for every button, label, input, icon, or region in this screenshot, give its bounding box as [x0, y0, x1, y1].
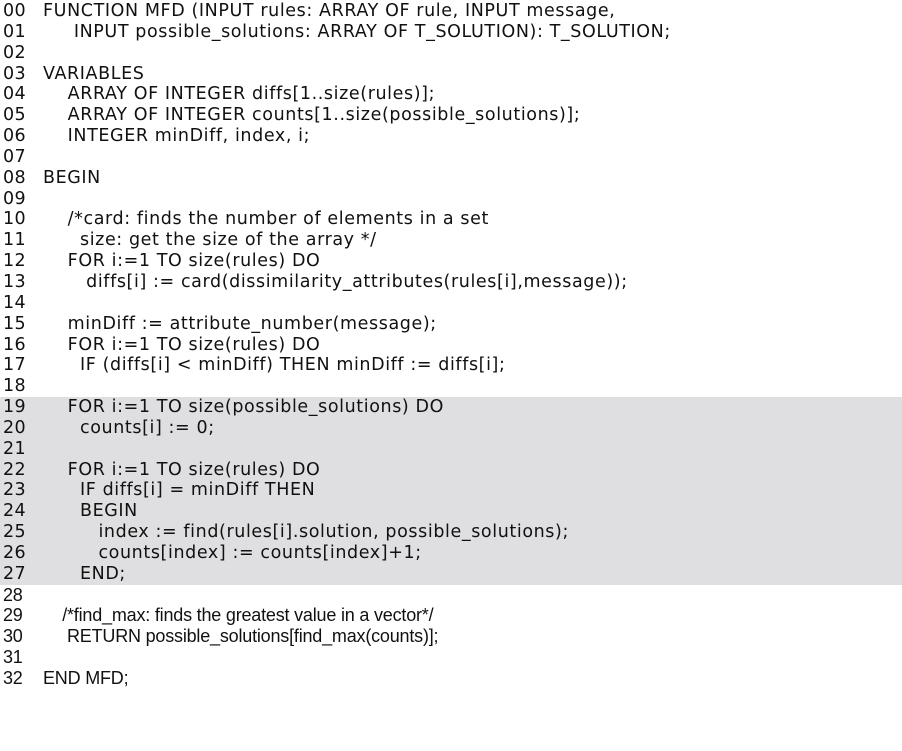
- code-line-highlighted: 25 index := find(rules[i].solution, poss…: [0, 522, 902, 543]
- line-number: 04: [3, 84, 27, 105]
- line-code: diffs[i] := card(dissimilarity_attribute…: [43, 271, 628, 292]
- line-number: 20: [3, 417, 27, 438]
- line-number: 23: [3, 480, 27, 501]
- code-listing: 00 FUNCTION MFD (INPUT rules: ARRAY OF r…: [0, 1, 902, 689]
- code-line-highlighted: 22 FOR i:=1 TO size(rules) DO: [0, 459, 902, 481]
- code-line: 18: [0, 376, 902, 397]
- line-number: 24: [3, 501, 27, 522]
- line-code: FUNCTION MFD (INPUT rules: ARRAY OF rule…: [43, 1, 616, 21]
- code-line: 06 INTEGER minDiff, index, i;: [0, 126, 902, 147]
- line-number: 28: [3, 584, 23, 605]
- code-line: 32 END MFD;: [0, 668, 902, 689]
- line-number: 22: [3, 459, 27, 480]
- line-code: INPUT possible_solutions: ARRAY OF T_SOL…: [43, 21, 671, 42]
- line-code: size: get the size of the array */: [43, 230, 377, 251]
- code-line: 11 size: get the size of the array */: [0, 230, 902, 251]
- line-number: 19: [3, 397, 27, 418]
- code-line: 16 FOR i:=1 TO size(rules) DO: [0, 335, 902, 356]
- code-line: 30 RETURN possible_solutions[find_max(co…: [0, 626, 902, 647]
- line-number: 05: [3, 105, 27, 126]
- line-number: 21: [3, 438, 27, 459]
- line-code: counts[index] := counts[index]+1;: [43, 542, 422, 563]
- code-line: 09: [0, 189, 902, 210]
- line-number: 30: [3, 626, 23, 647]
- line-code: FOR i:=1 TO size(rules) DO: [43, 334, 321, 355]
- code-line: 15 minDiff := attribute_number(message);: [0, 314, 902, 335]
- line-code: ARRAY OF INTEGER diffs[1..size(rules)];: [43, 84, 436, 105]
- line-code: minDiff := attribute_number(message);: [43, 313, 437, 334]
- line-number: 18: [3, 376, 27, 397]
- line-number: 08: [3, 167, 27, 188]
- line-number: 13: [3, 271, 27, 292]
- line-code: IF diffs[i] = minDiff THEN: [43, 480, 316, 501]
- code-line-highlighted: 19 FOR i:=1 TO size(possible_solutions) …: [0, 397, 902, 418]
- line-number: 26: [3, 542, 27, 563]
- line-code: END;: [43, 563, 126, 584]
- code-line-highlighted: 23 IF diffs[i] = minDiff THEN: [0, 480, 902, 502]
- code-line: 31: [0, 647, 902, 668]
- code-line-highlighted: 21: [0, 438, 902, 460]
- code-line-highlighted: 27 END;: [0, 563, 902, 585]
- line-number: 25: [3, 522, 27, 543]
- line-number: 15: [3, 313, 27, 334]
- code-line: 03 VARIABLES: [0, 64, 902, 85]
- code-line: 02: [0, 43, 902, 64]
- line-number: 03: [3, 63, 27, 84]
- code-line: 28: [0, 585, 902, 606]
- code-line-highlighted: 26 counts[index] := counts[index]+1;: [0, 542, 902, 564]
- line-code: /*find_max: finds the greatest value in …: [43, 605, 434, 626]
- line-number: 14: [3, 292, 27, 313]
- line-number: 31: [3, 647, 23, 668]
- code-line: 13 diffs[i] := card(dissimilarity_attrib…: [0, 272, 902, 293]
- line-code: FOR i:=1 TO size(rules) DO: [43, 459, 321, 480]
- code-line: 29 /*find_max: finds the greatest value …: [0, 605, 902, 626]
- line-code: VARIABLES: [43, 63, 145, 84]
- code-line: 05 ARRAY OF INTEGER counts[1..size(possi…: [0, 105, 902, 126]
- line-number: 27: [3, 563, 27, 584]
- line-number: 29: [3, 605, 23, 626]
- line-code: RETURN possible_solutions[find_max(count…: [43, 626, 439, 647]
- line-number: 00: [3, 1, 27, 21]
- line-number: 11: [3, 230, 27, 251]
- line-number: 07: [3, 146, 27, 167]
- line-code: counts[i] := 0;: [43, 417, 215, 438]
- code-line: 14: [0, 293, 902, 314]
- code-line-highlighted: 24 BEGIN: [0, 501, 902, 523]
- line-number: 10: [3, 209, 27, 230]
- line-code: ARRAY OF INTEGER counts[1..size(possible…: [43, 105, 581, 126]
- line-code: FOR i:=1 TO size(possible_solutions) DO: [43, 397, 444, 418]
- line-code: index := find(rules[i].solution, possibl…: [43, 522, 569, 543]
- line-number: 12: [3, 251, 27, 272]
- code-line: 07: [0, 147, 902, 168]
- line-code: /*card: finds the number of elements in …: [43, 209, 489, 230]
- code-line: 00 FUNCTION MFD (INPUT rules: ARRAY OF r…: [0, 1, 902, 22]
- code-line: 08 BEGIN: [0, 168, 902, 189]
- line-number: 32: [3, 668, 23, 688]
- line-code: END MFD;: [43, 668, 129, 688]
- code-line: 10 /*card: finds the number of elements …: [0, 209, 902, 230]
- line-number: 09: [3, 188, 27, 209]
- code-line: 01 INPUT possible_solutions: ARRAY OF T_…: [0, 22, 902, 43]
- code-line: 17 IF (diffs[i] < minDiff) THEN minDiff …: [0, 355, 902, 376]
- line-code: BEGIN: [43, 501, 138, 522]
- code-line-highlighted: 20 counts[i] := 0;: [0, 417, 902, 439]
- line-code: FOR i:=1 TO size(rules) DO: [43, 251, 321, 272]
- line-code: BEGIN: [43, 167, 101, 188]
- line-number: 02: [3, 42, 27, 63]
- code-line: 12 FOR i:=1 TO size(rules) DO: [0, 251, 902, 272]
- line-number: 06: [3, 126, 27, 147]
- line-code: IF (diffs[i] < minDiff) THEN minDiff := …: [43, 355, 506, 376]
- line-number: 16: [3, 334, 27, 355]
- line-number: 01: [3, 21, 27, 42]
- code-line: 04 ARRAY OF INTEGER diffs[1..size(rules)…: [0, 84, 902, 105]
- line-code: INTEGER minDiff, index, i;: [43, 126, 311, 147]
- line-number: 17: [3, 355, 27, 376]
